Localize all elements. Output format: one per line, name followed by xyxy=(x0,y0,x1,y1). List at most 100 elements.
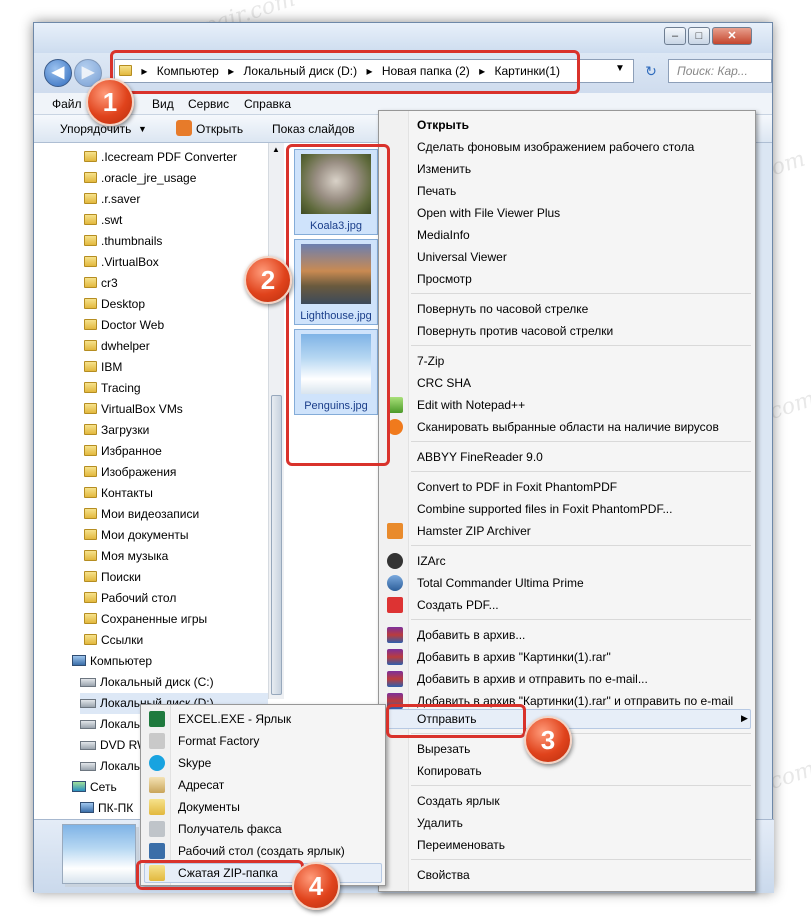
nav-folder[interactable]: .VirtualBox xyxy=(84,252,159,273)
menu-item-rotate-cw[interactable]: Повернуть по часовой стрелке xyxy=(417,299,588,319)
menu-item-add-archive-rar[interactable]: Добавить в архив "Картинки(1).rar" xyxy=(417,647,611,667)
menu-file[interactable]: Файл xyxy=(52,97,82,111)
menu-item-file-viewer-plus[interactable]: Open with File Viewer Plus xyxy=(417,203,560,223)
menu-item-create-shortcut[interactable]: Создать ярлык xyxy=(417,791,500,811)
menu-item-add-archive-email[interactable]: Добавить в архив и отправить по e-mail..… xyxy=(417,669,648,689)
winrar-icon xyxy=(387,649,403,665)
menu-item-total-commander[interactable]: Total Commander Ultima Prime xyxy=(417,573,584,593)
nav-folder[interactable]: Моя музыка xyxy=(84,546,168,567)
nav-folder[interactable]: Поиски xyxy=(84,567,141,588)
menu-item-mediainfo[interactable]: MediaInfo xyxy=(417,225,470,245)
izarc-icon xyxy=(387,553,403,569)
menu-item-scan-viruses[interactable]: Сканировать выбранные области на наличие… xyxy=(417,417,719,437)
menu-item-delete[interactable]: Удалить xyxy=(417,813,463,833)
maximize-button[interactable]: □ xyxy=(688,27,710,45)
menu-item-rename[interactable]: Переименовать xyxy=(417,835,505,855)
menu-separator xyxy=(411,293,751,294)
submenu-item-format-factory[interactable]: Format Factory xyxy=(178,731,259,751)
nav-computer[interactable]: Компьютер xyxy=(72,651,152,672)
menu-service[interactable]: Сервис xyxy=(188,97,229,111)
nav-folder[interactable]: Doctor Web xyxy=(84,315,164,336)
nav-folder[interactable]: dwhelper xyxy=(84,336,150,357)
nav-folder[interactable]: Desktop xyxy=(84,294,145,315)
folder-icon xyxy=(84,256,97,267)
nav-folder[interactable]: .oracle_jre_usage xyxy=(84,168,196,189)
menu-separator xyxy=(411,345,751,346)
menu-item-properties[interactable]: Свойства xyxy=(417,865,470,885)
nav-network[interactable]: Сеть xyxy=(72,777,117,798)
menu-item-create-pdf[interactable]: Создать PDF... xyxy=(417,595,499,615)
menu-help[interactable]: Справка xyxy=(244,97,291,111)
nav-folder[interactable]: .r.saver xyxy=(84,189,140,210)
back-button[interactable]: ◀ xyxy=(44,59,72,87)
documents-icon xyxy=(149,799,165,815)
menu-item-add-archive[interactable]: Добавить в архив... xyxy=(417,625,525,645)
nav-folder[interactable]: Ссылки xyxy=(84,630,143,651)
drive-icon xyxy=(80,678,96,687)
desktop-icon xyxy=(149,843,165,859)
nav-network-pc[interactable]: ПК-ПК xyxy=(80,798,133,819)
nav-folder[interactable]: .swt xyxy=(84,210,122,231)
menu-item-crc-sha[interactable]: CRC SHA xyxy=(417,373,471,393)
nav-folder[interactable]: VirtualBox VMs xyxy=(84,399,183,420)
menu-item-7zip[interactable]: 7-Zip xyxy=(417,351,444,371)
submenu-item-documents[interactable]: Документы xyxy=(178,797,240,817)
menu-item-cut[interactable]: Вырезать xyxy=(417,739,470,759)
menu-item-open[interactable]: Открыть xyxy=(417,115,469,135)
nav-folder[interactable]: Мои видеозаписи xyxy=(84,504,199,525)
step-badge-4: 4 xyxy=(292,862,340,910)
menu-item-foxit-convert[interactable]: Convert to PDF in Foxit PhantomPDF xyxy=(417,477,617,497)
folder-icon xyxy=(84,382,97,393)
menu-item-abbyy[interactable]: ABBYY FineReader 9.0 xyxy=(417,447,543,467)
menu-item-hamster-zip[interactable]: Hamster ZIP Archiver xyxy=(417,521,531,541)
scroll-up-icon[interactable]: ▲ xyxy=(272,145,280,154)
nav-folder[interactable]: cr3 xyxy=(84,273,118,294)
nav-folder[interactable]: IBM xyxy=(84,357,122,378)
menu-item-edit[interactable]: Изменить xyxy=(417,159,471,179)
nav-folder[interactable]: .Icecream PDF Converter xyxy=(84,147,237,168)
search-input[interactable]: Поиск: Кар... xyxy=(668,59,772,83)
nav-folder[interactable]: Изображения xyxy=(84,462,176,483)
slideshow-button[interactable]: Показ слайдов xyxy=(272,122,355,136)
back-arrow-icon: ◀ xyxy=(51,64,65,81)
nav-folder[interactable]: Загрузки xyxy=(84,420,149,441)
nav-drive[interactable]: Локаль xyxy=(80,714,140,735)
nav-folder[interactable]: Сохраненные игры xyxy=(84,609,207,630)
folder-icon xyxy=(84,403,97,414)
menu-item-print[interactable]: Печать xyxy=(417,181,456,201)
submenu-item-desktop[interactable]: Рабочий стол (создать ярлык) xyxy=(178,841,345,861)
nav-folder[interactable]: Контакты xyxy=(84,483,153,504)
nav-folder[interactable]: Tracing xyxy=(84,378,141,399)
menu-item-rotate-ccw[interactable]: Повернуть против часовой стрелки xyxy=(417,321,613,341)
menu-view[interactable]: Вид xyxy=(152,97,174,111)
submenu-arrow-icon: ▶ xyxy=(741,713,748,723)
refresh-button[interactable]: ↻ xyxy=(640,63,662,81)
menu-item-preview[interactable]: Просмотр xyxy=(417,269,472,289)
submenu-item-recipient[interactable]: Адресат xyxy=(178,775,224,795)
menu-item-universal-viewer[interactable]: Universal Viewer xyxy=(417,247,507,267)
submenu-item-fax[interactable]: Получатель факса xyxy=(178,819,282,839)
menu-item-izarc[interactable]: IZArc xyxy=(417,551,446,571)
nav-drive[interactable]: Локаль xyxy=(80,756,140,777)
nav-folder[interactable]: Рабочий стол xyxy=(84,588,176,609)
organize-button[interactable]: Упорядочить xyxy=(60,122,131,136)
menu-item-copy[interactable]: Копировать xyxy=(417,761,482,781)
nav-folder[interactable]: Мои документы xyxy=(84,525,188,546)
open-button[interactable]: Открыть xyxy=(196,122,243,136)
nav-folder[interactable]: Избранное xyxy=(84,441,162,462)
menu-item-notepad-plus[interactable]: Edit with Notepad++ xyxy=(417,395,525,415)
menu-item-set-wallpaper[interactable]: Сделать фоновым изображением рабочего ст… xyxy=(417,137,694,157)
nav-scrollbar-thumb[interactable] xyxy=(271,395,282,695)
nav-drive[interactable]: DVD RW xyxy=(80,735,148,756)
address-dropdown-icon[interactable]: ▼ xyxy=(615,63,625,74)
winrar-icon xyxy=(387,671,403,687)
minimize-button[interactable]: – xyxy=(664,27,686,45)
submenu-item-excel[interactable]: EXCEL.EXE - Ярлык xyxy=(178,709,291,729)
close-button[interactable]: ✕ xyxy=(712,27,752,45)
nav-drive[interactable]: Локальный диск (C:) xyxy=(80,672,214,693)
nav-folder[interactable]: .thumbnails xyxy=(84,231,162,252)
menu-item-foxit-combine[interactable]: Combine supported files in Foxit Phantom… xyxy=(417,499,672,519)
folder-icon xyxy=(84,319,97,330)
submenu-item-skype[interactable]: Skype xyxy=(178,753,211,773)
drive-icon xyxy=(80,699,96,708)
